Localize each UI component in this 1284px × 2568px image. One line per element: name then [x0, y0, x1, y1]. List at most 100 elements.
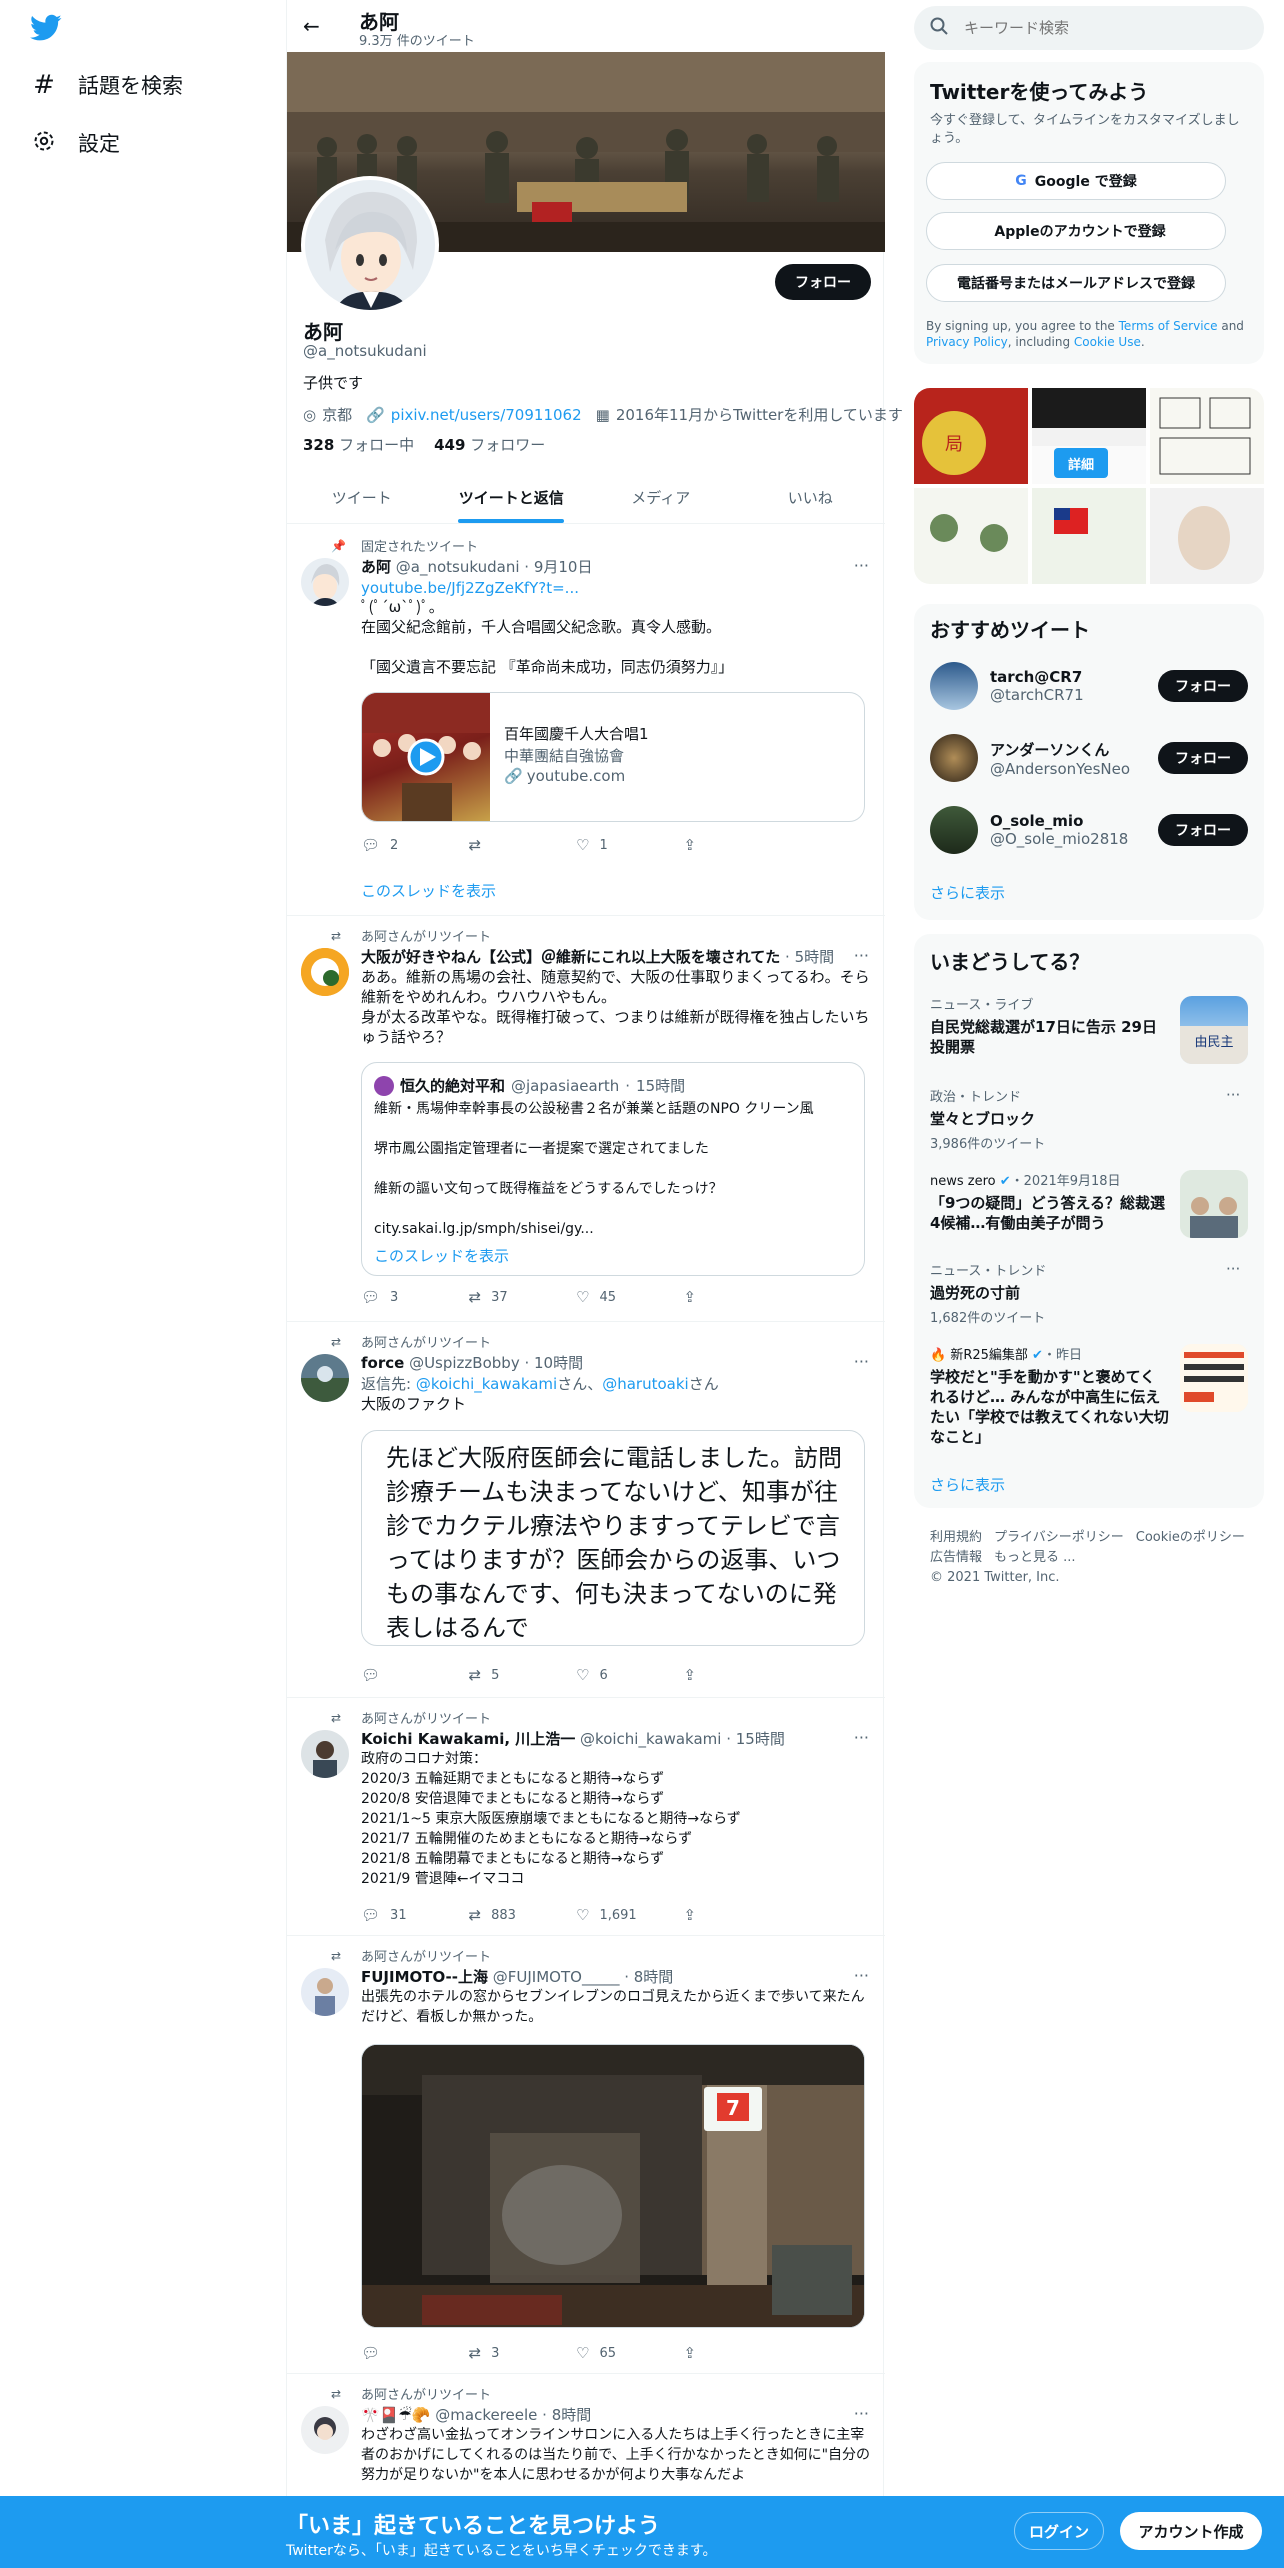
tweet-author-name[interactable]: 🎌🎴☔🥐 [361, 2406, 430, 2424]
trend-item[interactable]: 🔥 新R25編集部 ✔・昨日 学校だと"手を動かす"と褒めてくれるけど… みんな… [930, 1344, 1170, 1447]
tweet-author-name[interactable]: 大阪が好きやねん【公式】＠維新にこれ以上大阪を壊されてた [361, 948, 780, 966]
more-icon[interactable]: ··· [854, 946, 869, 965]
reply-button[interactable]: 💬︎ 2 [361, 836, 469, 854]
apple-signup-button[interactable]: Appleのアカウントで登録 [926, 212, 1226, 250]
more-icon[interactable]: ··· [854, 1966, 869, 1985]
share-button[interactable]: ⇪ [684, 1666, 792, 1684]
twitter-logo-icon[interactable] [30, 14, 62, 46]
search-input[interactable] [964, 19, 1224, 37]
avatar[interactable] [301, 1730, 349, 1778]
back-arrow-icon[interactable]: ← [303, 14, 320, 38]
reply-button[interactable]: 💬︎ [361, 2344, 469, 2362]
trend-item[interactable]: news zero ✔・2021年9月18日 「9つの疑問」どう答える？総裁選4… [930, 1170, 1170, 1233]
tweet-author-handle[interactable]: @mackereele [435, 2406, 537, 2424]
nav-settings[interactable]: 設定 [30, 128, 120, 158]
recommended-user[interactable]: O_sole_mio @O_sole_mio2818 フォロー [930, 794, 1248, 866]
tab-tweets-and-replies[interactable]: ツイートと返信 [437, 472, 587, 523]
signup-button[interactable]: アカウント作成 [1120, 2512, 1262, 2550]
media-grid[interactable]: 局 詳細 [914, 388, 1264, 584]
show-more-link[interactable]: さらに表示 [930, 1474, 1005, 1495]
show-more-link[interactable]: さらに表示 [930, 882, 1005, 903]
reply-button[interactable]: 💬︎ [361, 1666, 469, 1684]
follow-button[interactable]: フォロー [1158, 670, 1248, 702]
profile-link[interactable]: pixiv.net/users/70911062 [391, 406, 582, 424]
search-box[interactable] [914, 6, 1264, 50]
tweet-time[interactable]: 5時間 [795, 948, 835, 966]
footer-link-ads[interactable]: 広告情報 [930, 1548, 982, 1568]
tweet-author-handle[interactable]: @koichi_kawakami [580, 1730, 721, 1748]
tweet-image[interactable]: 7 [361, 2044, 865, 2328]
privacy-policy-link[interactable]: Privacy Policy [926, 335, 1008, 349]
tweet-retweet[interactable]: ⇄ あ阿さんがリツイート 大阪が好きやねん【公式】＠維新にこれ以上大阪を壊されてた… [287, 916, 885, 1322]
nav-explore[interactable]: # 話題を検索 [30, 70, 183, 100]
trend-item[interactable]: ニュース・トレンド 過労死の寸前 1,682件のツイート [930, 1260, 1250, 1326]
follow-button[interactable]: フォロー [1158, 814, 1248, 846]
phone-signup-button[interactable]: 電話番号またはメールアドレスで登録 [926, 264, 1226, 302]
tab-likes[interactable]: いいね [736, 472, 886, 523]
link-card[interactable]: 百年國慶千人大合唱1 中華團結自強協會 🔗 youtube.com [361, 692, 865, 822]
show-thread-link[interactable]: このスレッドを表示 [361, 880, 496, 901]
retweet-button[interactable]: ⇄ 5 [469, 1666, 577, 1684]
tweet-retweet[interactable]: ⇄ あ阿さんがリツイート force @UspizzBobby · 10時間 返信… [287, 1322, 885, 1698]
tweet-author-name[interactable]: force [361, 1354, 404, 1372]
footer-link-privacy[interactable]: プライバシーポリシー [994, 1528, 1124, 1548]
tweet-author-name[interactable]: あ阿 [361, 558, 391, 576]
retweet-button[interactable]: ⇄ [469, 836, 577, 854]
tweet-retweet[interactable]: ⇄ あ阿さんがリツイート FUJIMOTO--上海 @FUJIMOTO_____ … [287, 1936, 885, 2374]
share-button[interactable]: ⇪ [684, 1288, 792, 1306]
follow-button[interactable]: フォロー [1158, 742, 1248, 774]
trend-item[interactable]: ニュース・ライブ 自民党総裁選が17日に告示 29日投開票 [930, 994, 1170, 1057]
detail-button[interactable]: 詳細 [1054, 448, 1108, 478]
more-icon[interactable]: ··· [854, 1352, 869, 1371]
more-icon[interactable]: ··· [854, 2404, 869, 2423]
like-button[interactable]: ♡ 1,691 [576, 1906, 684, 1924]
footer-link-terms[interactable]: 利用規約 [930, 1528, 982, 1548]
like-button[interactable]: ♡ 65 [576, 2344, 684, 2362]
tweet-author-handle[interactable]: @a_notsukudani [396, 558, 520, 576]
more-icon[interactable]: ··· [854, 1728, 869, 1747]
quote-tweet[interactable]: 恒久的絶対平和 @japasiaearth · 15時間 維新・馬場伸幸幹事長の… [361, 1062, 865, 1276]
share-button[interactable]: ⇪ [684, 836, 792, 854]
retweet-button[interactable]: ⇄ 3 [469, 2344, 577, 2362]
reply-button[interactable]: 💬︎ 3 [361, 1288, 469, 1306]
tweet-time[interactable]: 9月10日 [534, 558, 593, 576]
tweet-retweet[interactable]: ⇄ あ阿さんがリツイート Koichi Kawakami, 川上浩一 @koich… [287, 1698, 885, 1936]
cookie-use-link[interactable]: Cookie Use [1074, 335, 1141, 349]
follow-button[interactable]: フォロー [775, 264, 871, 300]
recommended-user[interactable]: tarch@CR7 @tarchCR71 フォロー [930, 650, 1248, 722]
like-button[interactable]: ♡ 45 [576, 1288, 684, 1306]
tweet-time[interactable]: 8時間 [634, 1968, 674, 1986]
tab-tweets[interactable]: ツイート [287, 472, 437, 523]
reply-button[interactable]: 💬︎ 31 [361, 1906, 469, 1924]
like-button[interactable]: ♡ 6 [576, 1666, 684, 1684]
tweet-time[interactable]: 15時間 [736, 1730, 785, 1748]
avatar[interactable] [301, 558, 349, 606]
terms-of-service-link[interactable]: Terms of Service [1119, 319, 1218, 333]
avatar[interactable] [301, 948, 349, 996]
tweet-author-handle[interactable]: @UspizzBobby [409, 1354, 520, 1372]
tweet-time[interactable]: 8時間 [552, 2406, 592, 2424]
recommended-user[interactable]: アンダーソンくん @AndersonYesNeo フォロー [930, 722, 1248, 794]
avatar[interactable] [301, 1354, 349, 1402]
like-button[interactable]: ♡ 1 [576, 836, 684, 854]
more-icon[interactable]: ··· [854, 556, 869, 575]
share-button[interactable]: ⇪ [684, 2344, 792, 2362]
login-button[interactable]: ログイン [1014, 2512, 1104, 2550]
tweet-author-name[interactable]: FUJIMOTO--上海 [361, 1968, 488, 1986]
google-signup-button[interactable]: G Google で登録 [926, 162, 1226, 200]
more-icon[interactable]: ··· [1226, 1260, 1240, 1278]
reply-to-link-2[interactable]: @harutoaki [602, 1375, 688, 1393]
more-icon[interactable]: ··· [1226, 1086, 1240, 1104]
retweet-button[interactable]: ⇄ 883 [469, 1906, 577, 1924]
tweet-image[interactable]: 先ほど大阪府医師会に電話しました。訪問診療チームも決まってないけど、知事が往診で… [361, 1430, 865, 1646]
footer-link-cookie[interactable]: Cookieのポリシー [1136, 1528, 1245, 1548]
profile-avatar[interactable] [301, 176, 439, 314]
footer-link-more[interactable]: もっと見る ... [994, 1548, 1076, 1568]
share-button[interactable]: ⇪ [684, 1906, 792, 1924]
trend-item[interactable]: 政治・トレンド 堂々とブロック 3,986件のツイート [930, 1086, 1250, 1152]
following-stat[interactable]: 328 フォロー中 [303, 434, 414, 455]
tweet-link[interactable]: youtube.be/Jfj2ZgZeKfY?t=... [361, 579, 871, 597]
followers-stat[interactable]: 449 フォロワー [434, 434, 545, 455]
tweet-time[interactable]: 10時間 [534, 1354, 583, 1372]
retweet-button[interactable]: ⇄ 37 [469, 1288, 577, 1306]
